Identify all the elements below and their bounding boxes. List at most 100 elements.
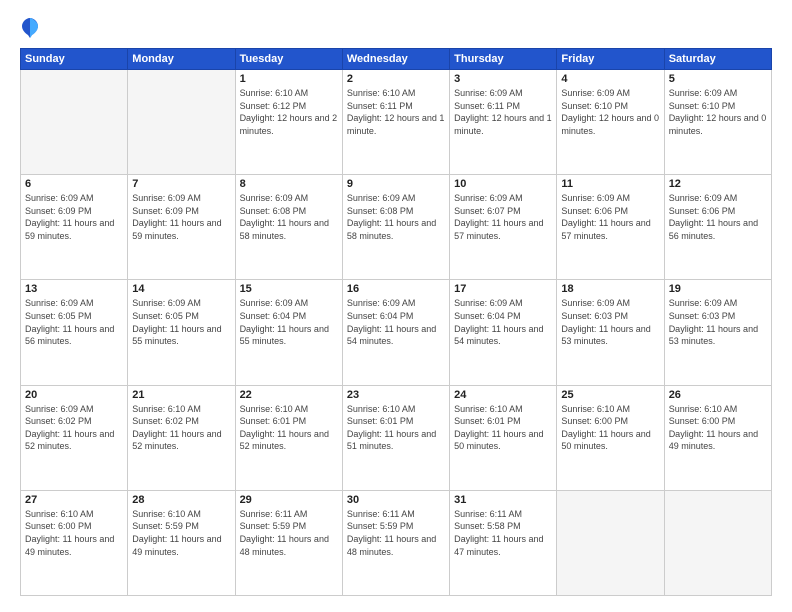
day-number: 5 xyxy=(669,73,767,85)
calendar-header-row: SundayMondayTuesdayWednesdayThursdayFrid… xyxy=(21,49,772,70)
day-info: Sunrise: 6:09 AMSunset: 6:04 PMDaylight:… xyxy=(240,297,338,347)
day-number: 21 xyxy=(132,389,230,401)
calendar-week-1: 1 Sunrise: 6:10 AMSunset: 6:12 PMDaylight… xyxy=(21,70,772,175)
header xyxy=(20,16,772,40)
day-number: 6 xyxy=(25,178,123,190)
day-info: Sunrise: 6:10 AMSunset: 6:00 PMDaylight:… xyxy=(25,508,123,558)
calendar-day: 1 Sunrise: 6:10 AMSunset: 6:12 PMDaylight… xyxy=(235,70,342,175)
day-info: Sunrise: 6:10 AMSunset: 6:11 PMDaylight:… xyxy=(347,87,445,137)
day-number: 7 xyxy=(132,178,230,190)
day-number: 24 xyxy=(454,389,552,401)
day-info: Sunrise: 6:10 AMSunset: 6:01 PMDaylight:… xyxy=(347,403,445,453)
calendar-day: 10 Sunrise: 6:09 AMSunset: 6:07 PMDayligh… xyxy=(450,175,557,280)
day-number: 31 xyxy=(454,494,552,506)
day-number: 8 xyxy=(240,178,338,190)
calendar-day: 16Sunrise: 6:09 AMSunset: 6:04 PMDayligh… xyxy=(342,280,449,385)
calendar-day: 20Sunrise: 6:09 AMSunset: 6:02 PMDayligh… xyxy=(21,385,128,490)
calendar-week-5: 27 Sunrise: 6:10 AMSunset: 6:00 PMDayligh… xyxy=(21,490,772,595)
day-number: 27 xyxy=(25,494,123,506)
calendar-day xyxy=(21,70,128,175)
day-number: 1 xyxy=(240,73,338,85)
calendar-week-3: 13 Sunrise: 6:09 AMSunset: 6:05 PMDayligh… xyxy=(21,280,772,385)
page: SundayMondayTuesdayWednesdayThursdayFrid… xyxy=(0,0,792,612)
day-info: Sunrise: 6:09 AMSunset: 6:05 PMDaylight:… xyxy=(25,297,123,347)
day-info: Sunrise: 6:10 AMSunset: 6:00 PMDaylight:… xyxy=(669,403,767,453)
day-number: 16 xyxy=(347,283,445,295)
calendar-day: 23 Sunrise: 6:10 AMSunset: 6:01 PMDayligh… xyxy=(342,385,449,490)
day-number: 9 xyxy=(347,178,445,190)
day-info: Sunrise: 6:09 AMSunset: 6:02 PMDaylight:… xyxy=(25,403,123,453)
calendar-day: 26 Sunrise: 6:10 AMSunset: 6:00 PMDayligh… xyxy=(664,385,771,490)
day-number: 14 xyxy=(132,283,230,295)
day-info: Sunrise: 6:10 AMSunset: 6:12 PMDaylight:… xyxy=(240,87,338,137)
day-info: Sunrise: 6:09 AMSunset: 6:03 PMDaylight:… xyxy=(669,297,767,347)
day-info: Sunrise: 6:09 AMSunset: 6:05 PMDaylight:… xyxy=(132,297,230,347)
calendar-day: 18 Sunrise: 6:09 AMSunset: 6:03 PMDayligh… xyxy=(557,280,664,385)
day-info: Sunrise: 6:10 AMSunset: 6:00 PMDaylight:… xyxy=(561,403,659,453)
day-number: 18 xyxy=(561,283,659,295)
day-number: 3 xyxy=(454,73,552,85)
calendar-day: 19 Sunrise: 6:09 AMSunset: 6:03 PMDayligh… xyxy=(664,280,771,385)
calendar-day: 25Sunrise: 6:10 AMSunset: 6:00 PMDayligh… xyxy=(557,385,664,490)
logo xyxy=(20,16,44,40)
calendar-day: 29 Sunrise: 6:11 AMSunset: 5:59 PMDayligh… xyxy=(235,490,342,595)
calendar-day: 15 Sunrise: 6:09 AMSunset: 6:04 PMDayligh… xyxy=(235,280,342,385)
calendar-header-tuesday: Tuesday xyxy=(235,49,342,70)
calendar-day xyxy=(128,70,235,175)
day-number: 2 xyxy=(347,73,445,85)
day-info: Sunrise: 6:09 AMSunset: 6:10 PMDaylight:… xyxy=(669,87,767,137)
calendar-week-2: 6 Sunrise: 6:09 AMSunset: 6:09 PMDaylight… xyxy=(21,175,772,280)
day-info: Sunrise: 6:10 AMSunset: 6:01 PMDaylight:… xyxy=(240,403,338,453)
day-info: Sunrise: 6:09 AMSunset: 6:03 PMDaylight:… xyxy=(561,297,659,347)
calendar-day: 31Sunrise: 6:11 AMSunset: 5:58 PMDayligh… xyxy=(450,490,557,595)
day-info: Sunrise: 6:09 AMSunset: 6:08 PMDaylight:… xyxy=(347,192,445,242)
calendar-day: 8 Sunrise: 6:09 AMSunset: 6:08 PMDaylight… xyxy=(235,175,342,280)
day-info: Sunrise: 6:09 AMSunset: 6:07 PMDaylight:… xyxy=(454,192,552,242)
calendar-day: 11 Sunrise: 6:09 AMSunset: 6:06 PMDayligh… xyxy=(557,175,664,280)
calendar-day xyxy=(664,490,771,595)
day-info: Sunrise: 6:10 AMSunset: 5:59 PMDaylight:… xyxy=(132,508,230,558)
day-number: 30 xyxy=(347,494,445,506)
day-number: 4 xyxy=(561,73,659,85)
day-number: 15 xyxy=(240,283,338,295)
day-info: Sunrise: 6:09 AMSunset: 6:10 PMDaylight:… xyxy=(561,87,659,137)
calendar-day: 12Sunrise: 6:09 AMSunset: 6:06 PMDayligh… xyxy=(664,175,771,280)
calendar-day: 21Sunrise: 6:10 AMSunset: 6:02 PMDayligh… xyxy=(128,385,235,490)
day-number: 19 xyxy=(669,283,767,295)
calendar-day: 7 Sunrise: 6:09 AMSunset: 6:09 PMDaylight… xyxy=(128,175,235,280)
calendar-day: 24 Sunrise: 6:10 AMSunset: 6:01 PMDayligh… xyxy=(450,385,557,490)
day-number: 26 xyxy=(669,389,767,401)
day-info: Sunrise: 6:09 AMSunset: 6:08 PMDaylight:… xyxy=(240,192,338,242)
calendar-day: 17 Sunrise: 6:09 AMSunset: 6:04 PMDayligh… xyxy=(450,280,557,385)
day-info: Sunrise: 6:09 AMSunset: 6:11 PMDaylight:… xyxy=(454,87,552,137)
day-number: 13 xyxy=(25,283,123,295)
calendar-day: 27 Sunrise: 6:10 AMSunset: 6:00 PMDayligh… xyxy=(21,490,128,595)
day-info: Sunrise: 6:09 AMSunset: 6:09 PMDaylight:… xyxy=(132,192,230,242)
calendar-day: 6 Sunrise: 6:09 AMSunset: 6:09 PMDaylight… xyxy=(21,175,128,280)
calendar-header-friday: Friday xyxy=(557,49,664,70)
day-number: 17 xyxy=(454,283,552,295)
calendar-day: 14 Sunrise: 6:09 AMSunset: 6:05 PMDayligh… xyxy=(128,280,235,385)
day-info: Sunrise: 6:09 AMSunset: 6:06 PMDaylight:… xyxy=(561,192,659,242)
calendar-header-saturday: Saturday xyxy=(664,49,771,70)
calendar-day: 3 Sunrise: 6:09 AMSunset: 6:11 PMDaylight… xyxy=(450,70,557,175)
calendar-day: 13 Sunrise: 6:09 AMSunset: 6:05 PMDayligh… xyxy=(21,280,128,385)
day-number: 29 xyxy=(240,494,338,506)
day-number: 11 xyxy=(561,178,659,190)
calendar-day: 2 Sunrise: 6:10 AMSunset: 6:11 PMDaylight… xyxy=(342,70,449,175)
day-number: 28 xyxy=(132,494,230,506)
calendar-header-thursday: Thursday xyxy=(450,49,557,70)
day-number: 10 xyxy=(454,178,552,190)
day-info: Sunrise: 6:09 AMSunset: 6:04 PMDaylight:… xyxy=(454,297,552,347)
calendar-day: 9 Sunrise: 6:09 AMSunset: 6:08 PMDaylight… xyxy=(342,175,449,280)
day-info: Sunrise: 6:09 AMSunset: 6:09 PMDaylight:… xyxy=(25,192,123,242)
day-info: Sunrise: 6:10 AMSunset: 6:01 PMDaylight:… xyxy=(454,403,552,453)
calendar-header-wednesday: Wednesday xyxy=(342,49,449,70)
calendar-week-4: 20Sunrise: 6:09 AMSunset: 6:02 PMDayligh… xyxy=(21,385,772,490)
calendar-day: 4 Sunrise: 6:09 AMSunset: 6:10 PMDaylight… xyxy=(557,70,664,175)
day-info: Sunrise: 6:11 AMSunset: 5:59 PMDaylight:… xyxy=(347,508,445,558)
day-info: Sunrise: 6:11 AMSunset: 5:59 PMDaylight:… xyxy=(240,508,338,558)
day-number: 23 xyxy=(347,389,445,401)
calendar-day: 5 Sunrise: 6:09 AMSunset: 6:10 PMDaylight… xyxy=(664,70,771,175)
day-number: 12 xyxy=(669,178,767,190)
